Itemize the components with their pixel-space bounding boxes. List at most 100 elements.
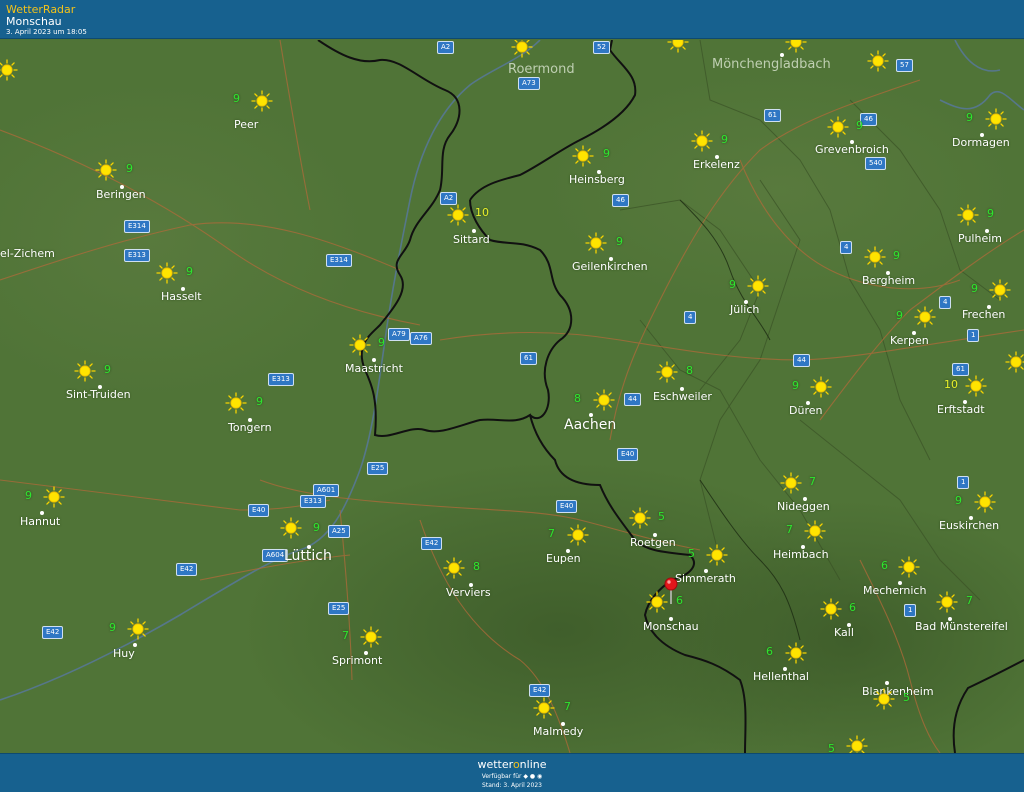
- temperature-value: 10: [944, 378, 958, 391]
- city-label[interactable]: Maastricht: [345, 362, 403, 375]
- city-dot: [886, 271, 890, 275]
- sun-icon: [864, 246, 886, 268]
- weather-map[interactable]: A2 52 A73 61 46 57 540 46 E314 E313 E314 A2 A79 A76 61…: [0, 40, 1024, 753]
- city-label[interactable]: Jülich: [730, 303, 759, 316]
- city-label[interactable]: Roetgen: [630, 536, 676, 549]
- city-label[interactable]: Monschau: [643, 620, 699, 633]
- temperature-value: 9: [955, 494, 962, 507]
- city-label[interactable]: el-Zichem: [0, 247, 55, 260]
- road-badge: 52: [593, 41, 610, 54]
- sun-icon: [511, 40, 533, 58]
- sun-icon: [360, 626, 382, 648]
- sun-icon: [349, 334, 371, 356]
- temperature-value: 9: [313, 521, 320, 534]
- city-dot: [898, 581, 902, 585]
- city-label[interactable]: Beringen: [96, 188, 146, 201]
- city-label[interactable]: Simmerath: [675, 572, 736, 585]
- location-pin-icon[interactable]: [664, 577, 678, 609]
- city-label[interactable]: Eschweiler: [653, 390, 712, 403]
- stand-date: Stand: 3. April 2023: [482, 782, 542, 789]
- city-dot: [372, 358, 376, 362]
- sun-icon: [1005, 351, 1024, 373]
- temperature-value: 9: [378, 336, 385, 349]
- city-dot: [704, 569, 708, 573]
- road-badge: 57: [896, 59, 913, 72]
- city-dot: [987, 305, 991, 309]
- road-badge: 4: [684, 311, 697, 324]
- sun-icon: [827, 116, 849, 138]
- road-badge: 4: [939, 296, 952, 309]
- city-label[interactable]: Kall: [834, 626, 854, 639]
- sun-icon: [914, 306, 936, 328]
- city-dot: [885, 681, 889, 685]
- city-label[interactable]: Hellenthal: [753, 670, 809, 683]
- city-label[interactable]: Pulheim: [958, 232, 1002, 245]
- temperature-value: 7: [564, 700, 571, 713]
- sun-icon: [873, 688, 895, 710]
- city-label[interactable]: Kerpen: [890, 334, 929, 347]
- temperature-value: 8: [686, 364, 693, 377]
- road-badge: A76: [410, 332, 432, 345]
- city-label[interactable]: Peer: [234, 118, 258, 131]
- city-label[interactable]: Sint-Truiden: [66, 388, 131, 401]
- app-footer: wetteronline Verfügbar für ◆ ● ◉ Stand: …: [0, 753, 1024, 792]
- city-label[interactable]: Frechen: [962, 308, 1005, 321]
- city-dot: [469, 583, 473, 587]
- city-dot: [472, 229, 476, 233]
- road-badge: E314: [326, 254, 352, 267]
- city-label[interactable]: Erftstadt: [937, 403, 985, 416]
- city-dot: [963, 400, 967, 404]
- city-label[interactable]: Sittard: [453, 233, 490, 246]
- city-label[interactable]: Lüttich: [284, 548, 332, 564]
- city-dot: [948, 617, 952, 621]
- temperature-value: 9: [104, 363, 111, 376]
- city-label[interactable]: Mönchengladbach: [712, 57, 831, 72]
- city-label[interactable]: Erkelenz: [693, 158, 740, 171]
- sun-icon: [965, 375, 987, 397]
- city-dot: [985, 229, 989, 233]
- temperature-value: 9: [971, 282, 978, 295]
- city-label[interactable]: Aachen: [564, 417, 616, 433]
- city-label[interactable]: Dormagen: [952, 136, 1010, 149]
- sun-icon: [572, 145, 594, 167]
- city-label[interactable]: Hannut: [20, 515, 60, 528]
- city-label[interactable]: Heimbach: [773, 548, 829, 561]
- sun-icon: [804, 520, 826, 542]
- timestamp: 3. April 2023 um 18:05: [6, 28, 87, 36]
- city-label[interactable]: Nideggen: [777, 500, 830, 513]
- city-label[interactable]: Euskirchen: [939, 519, 999, 532]
- road-badge: E42: [42, 626, 64, 639]
- sun-icon: [533, 697, 555, 719]
- city-label[interactable]: Sprimont: [332, 654, 382, 667]
- city-dot: [850, 140, 854, 144]
- sun-icon: [785, 40, 807, 53]
- sun-icon: [629, 507, 651, 529]
- city-label[interactable]: Mechernich: [863, 584, 926, 597]
- road-badge: E25: [367, 462, 389, 475]
- city-label[interactable]: Huy: [113, 647, 135, 660]
- temperature-value: 9: [721, 133, 728, 146]
- city-label[interactable]: Bergheim: [862, 274, 915, 287]
- city-label[interactable]: Tongern: [228, 421, 272, 434]
- sun-icon: [867, 50, 889, 72]
- sun-icon: [443, 557, 465, 579]
- brand-logo[interactable]: wetteronline: [0, 758, 1024, 771]
- city-label[interactable]: Düren: [789, 404, 822, 417]
- road-badge: 540: [865, 157, 887, 170]
- sun-icon: [846, 735, 868, 753]
- city-label[interactable]: Malmedy: [533, 725, 583, 738]
- city-label[interactable]: Verviers: [446, 586, 491, 599]
- city-label[interactable]: Grevenbroich: [815, 143, 889, 156]
- city-label[interactable]: Eupen: [546, 552, 581, 565]
- city-label[interactable]: Hasselt: [161, 290, 202, 303]
- city-label[interactable]: Bad Münstereifel: [915, 620, 1008, 633]
- temperature-value: 5: [658, 510, 665, 523]
- city-dot: [847, 623, 851, 627]
- city-dot: [364, 651, 368, 655]
- sun-icon: [0, 59, 18, 81]
- road-badge: 1: [904, 604, 917, 617]
- city-label[interactable]: Heinsberg: [569, 173, 625, 186]
- city-label[interactable]: Roermond: [508, 62, 575, 77]
- city-label[interactable]: Geilenkirchen: [572, 260, 648, 273]
- temperature-value: 5: [828, 742, 835, 753]
